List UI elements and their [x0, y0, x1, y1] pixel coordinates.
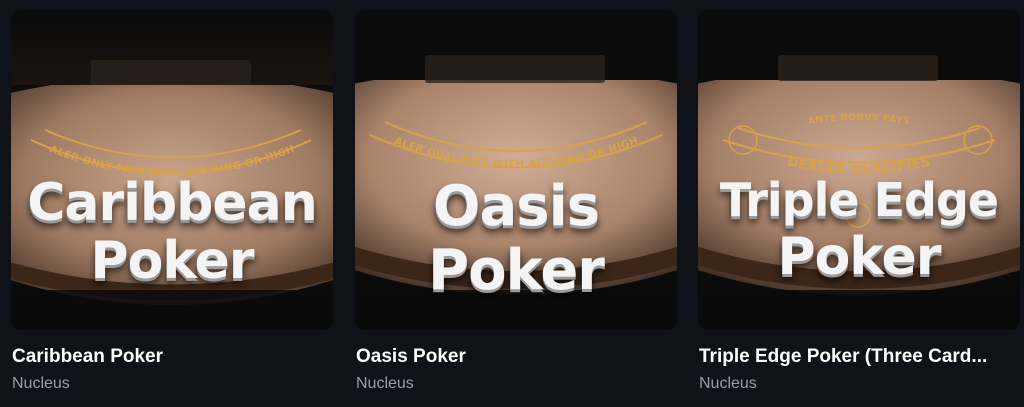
game-meta: Oasis Poker Nucleus [356, 346, 676, 394]
game-provider: Nucleus [12, 375, 70, 392]
game-art-title: Caribbean Poker [11, 165, 333, 287]
game-provider: Nucleus [699, 375, 757, 392]
game-card-oasis-poker[interactable]: DEALER QUALIFIES WITH ACE/KING OR HIGHER… [355, 10, 677, 400]
art-title-line-2: Poker [90, 231, 255, 291]
game-provider: Nucleus [356, 375, 414, 392]
game-thumbnail[interactable]: DEALER QUALIFIES WITH ACE/KING OR HIGHER… [355, 10, 677, 330]
game-art-title: Oasis Poker [355, 165, 677, 299]
game-thumbnail[interactable]: ANTE BONUS PAYS DEALER QUALIFIES Triple … [698, 10, 1020, 330]
game-title[interactable]: Oasis Poker [356, 346, 676, 368]
art-title-line-1: Oasis [432, 174, 600, 239]
game-meta: Caribbean Poker Nucleus [12, 346, 332, 394]
game-art-title: Triple Edge Poker [698, 165, 1020, 283]
game-title[interactable]: Triple Edge Poker (Three Card... [699, 346, 1019, 368]
art-title-line-2: Poker [428, 238, 605, 303]
game-thumbnail[interactable]: DEALER ONLY PAYS WITH ACE/KING OR HIGHER… [11, 10, 333, 330]
game-grid: DEALER ONLY PAYS WITH ACE/KING OR HIGHER… [0, 0, 1024, 407]
game-title[interactable]: Caribbean Poker [12, 346, 332, 368]
art-title-line-1: Triple Edge [719, 173, 999, 227]
game-card-triple-edge-poker[interactable]: ANTE BONUS PAYS DEALER QUALIFIES Triple … [698, 10, 1020, 400]
art-title-line-2: Poker [777, 227, 942, 287]
game-meta: Triple Edge Poker (Three Card... Nucleus [699, 346, 1019, 394]
art-title-line-1: Caribbean [27, 173, 318, 233]
game-card-caribbean-poker[interactable]: DEALER ONLY PAYS WITH ACE/KING OR HIGHER… [11, 10, 333, 400]
